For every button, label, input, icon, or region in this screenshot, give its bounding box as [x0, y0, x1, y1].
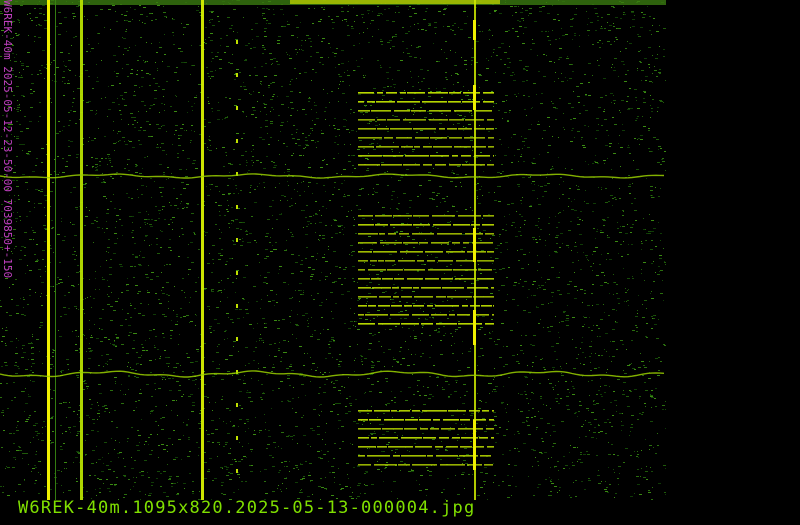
carrier-segment [473, 85, 476, 110]
carrier-dot [236, 73, 238, 77]
waterfall-side-label: W6REK-40m 2025-05-12-23-50-00 7039850+-1… [1, 0, 15, 370]
cw-dash-row [358, 287, 494, 289]
image-filename-caption: W6REK-40m.1095x820.2025-05-13-000004.jpg [18, 498, 476, 518]
top-signal-burst [290, 0, 500, 4]
carrier-dot [236, 304, 238, 308]
cw-dash-row [358, 164, 494, 166]
cw-dash-row [358, 269, 492, 271]
carrier-dot [236, 205, 238, 209]
carrier-dot [236, 436, 238, 440]
cw-dash-row [358, 464, 493, 466]
carrier-dot [236, 106, 238, 110]
carrier-segment [473, 310, 476, 345]
carrier-segment [473, 228, 476, 262]
cw-dash-row [358, 119, 494, 121]
carrier-dot [236, 271, 238, 275]
station-timestamp-label: W6REK-40m 2025-05-12-23-50-00 7039850+-1… [1, 0, 14, 279]
carrier-line [55, 0, 56, 500]
carrier-dot [236, 337, 238, 341]
cw-dash-row [358, 224, 494, 226]
cw-dash-row [358, 410, 494, 412]
carrier-dot [236, 139, 238, 143]
cw-dash-row [358, 455, 491, 457]
cw-dash-row [358, 146, 494, 148]
carrier-dot [236, 403, 238, 407]
carrier-line [201, 0, 204, 500]
spectrogram-waterfall [0, 0, 666, 500]
cw-dash-row [358, 137, 494, 139]
carrier-dot [236, 238, 238, 242]
waterfall-viewer: W6REK-40m 2025-05-12-23-50-00 7039850+-1… [0, 0, 800, 525]
carrier-dot [236, 469, 238, 473]
carrier-dot [236, 40, 238, 44]
carrier-line [80, 0, 83, 500]
carrier-line [47, 0, 50, 500]
carrier-segment [473, 420, 476, 470]
cw-dash-row [358, 215, 494, 217]
cw-dash-row [358, 110, 492, 112]
cw-dash-row [358, 278, 494, 280]
carrier-segment [473, 20, 476, 40]
